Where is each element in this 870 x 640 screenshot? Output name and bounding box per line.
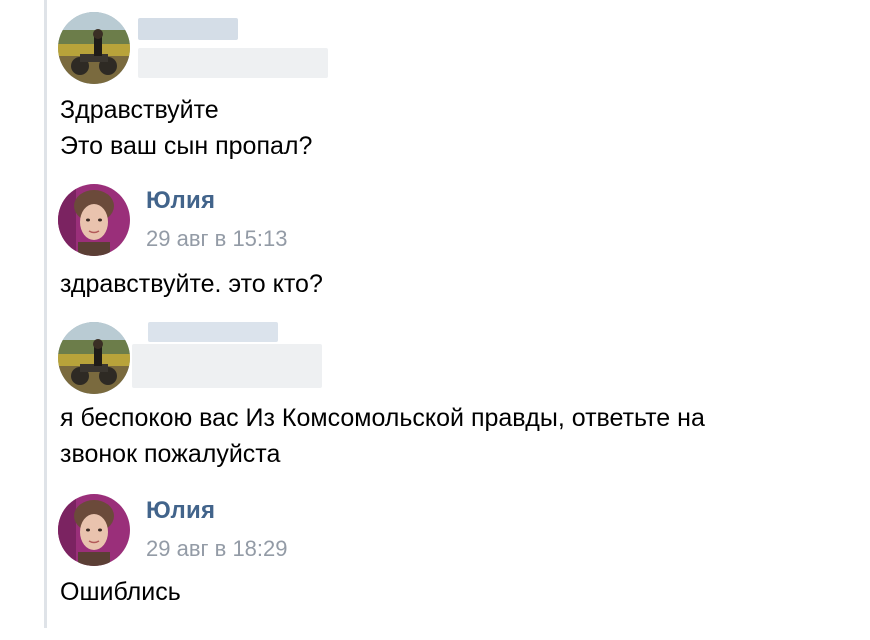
message-line: Ошиблись [60, 578, 181, 606]
blurred-sender-name [148, 322, 278, 342]
message-text: здравствуйте. это кто? [60, 266, 323, 302]
sender-avatar[interactable] [58, 494, 130, 566]
message-text: Ошиблись [60, 574, 181, 610]
message-text: Здравствуйте Это ваш сын пропал? [60, 92, 312, 164]
message-timestamp[interactable]: 29 авг в 15:13 [146, 226, 288, 252]
thread-border [44, 0, 47, 628]
sender-avatar[interactable] [58, 322, 130, 394]
sender-avatar[interactable] [58, 12, 130, 84]
motorcycle-photo-icon [58, 322, 130, 394]
message-line: я беспокою вас Из Комсомольской правды, … [60, 404, 705, 432]
sender-avatar[interactable] [58, 184, 130, 256]
message-timestamp[interactable]: 29 авг в 18:29 [146, 536, 288, 562]
sender-name[interactable]: Юлия [146, 497, 215, 525]
woman-photo-icon [58, 494, 130, 566]
message-line: звонок пожалуйста [60, 440, 281, 468]
blurred-timestamp [138, 48, 328, 78]
message-line: Это ваш сын пропал? [60, 132, 313, 160]
woman-photo-icon [58, 184, 130, 256]
blurred-timestamp [132, 344, 322, 388]
blurred-sender-name [138, 18, 238, 40]
sender-name[interactable]: Юлия [146, 187, 215, 215]
message-text: я беспокою вас Из Комсомольской правды, … [60, 400, 705, 472]
message-line: здравствуйте. это кто? [60, 270, 323, 298]
motorcycle-photo-icon [58, 12, 130, 84]
message-line: Здравствуйте [60, 96, 219, 124]
